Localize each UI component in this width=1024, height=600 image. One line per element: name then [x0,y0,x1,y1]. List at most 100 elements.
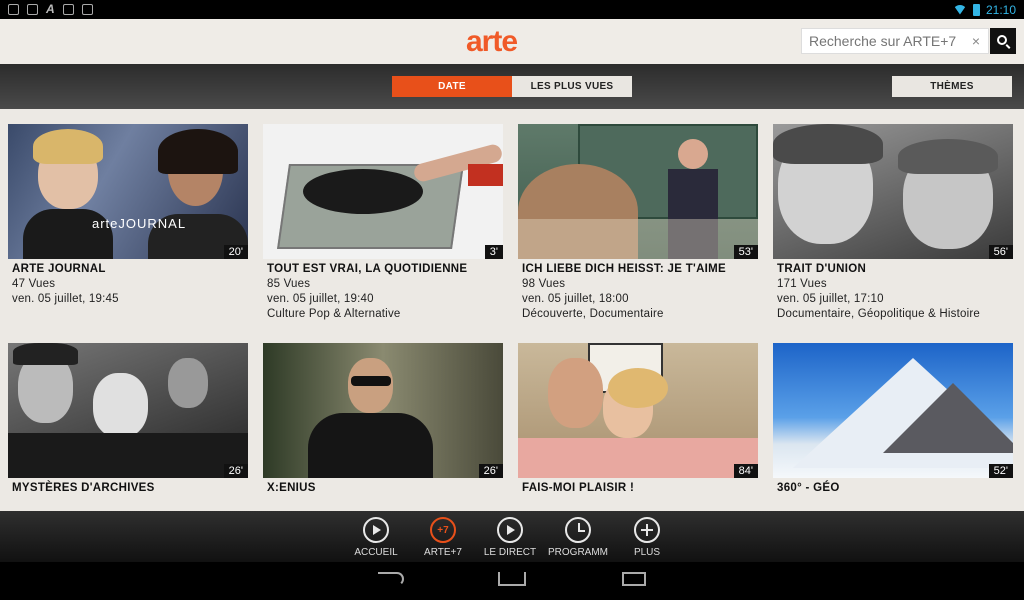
nav-label: LE DIRECT [483,547,537,558]
video-card[interactable]: 52' 360° - GÉO [773,343,1013,494]
child-hair [898,139,998,174]
nav-label: PROGRAMME [548,547,608,558]
system-navigation-bar [0,562,1024,600]
status-bar: A 21:10 [0,0,1024,19]
nav-accueil[interactable]: ACCUEIL [346,517,406,558]
video-thumbnail[interactable]: 53' [518,124,758,259]
system-status: 21:10 [952,2,1016,17]
nav-label: ACCUEIL [354,547,398,558]
search-icon [997,35,1007,45]
video-title[interactable]: TRAIT D'UNION [773,263,1013,275]
play-circle-icon [497,517,523,543]
video-grid: arteJOURNAL 20' ARTE JOURNAL 47 Vues ven… [0,109,1024,511]
view-count: 85 Vues [267,278,311,290]
air-date: ven. 05 juillet, 19:40 [267,293,374,305]
tab-les-plus-vues[interactable]: LES PLUS VUES [512,76,632,97]
nav-plus[interactable]: PLUS [617,517,677,558]
nav-label: PLUS [633,547,661,558]
archive-face [168,358,208,408]
youtube-icon [81,4,93,15]
red-sleeve [468,164,503,186]
video-thumbnail[interactable]: 3' [263,124,503,259]
duration-badge: 3' [484,245,503,259]
duration-badge: 53' [733,245,758,259]
archive-face [93,373,148,438]
category: Documentaire, Géopolitique & Histoire [777,308,980,320]
nav-programme[interactable]: PROGRAMME [548,517,608,558]
bedsheet [518,438,758,478]
desk [518,219,758,259]
duration-badge: 20' [223,245,248,259]
crowd [8,433,248,478]
video-title[interactable]: FAIS-MOI PLAISIR ! [518,482,758,494]
man-face [548,358,603,428]
video-title[interactable]: ARTE JOURNAL [8,263,248,275]
nav-label: ARTE+7 [424,547,462,558]
child-hair [773,124,883,164]
video-title[interactable]: MYSTÈRES D'ARCHIVES [8,482,248,494]
nav-le-direct[interactable]: LE DIRECT [480,517,540,558]
nav-arte7[interactable]: +7 ARTE+7 [413,517,473,558]
video-title[interactable]: ICH LIEBE DICH HEISST: JE T'AIME [518,263,758,275]
plus-icon [634,517,660,543]
presenter-hair [33,129,103,164]
bottom-navigation: ACCUEIL +7 ARTE+7 LE DIRECT PROGRAMME PL… [0,511,1024,562]
video-thumbnail[interactable]: 84' [518,343,758,478]
clear-icon[interactable]: × [967,33,985,49]
home-icon[interactable] [498,572,526,586]
video-card[interactable]: 26' MYSTÈRES D'ARCHIVES [8,343,248,494]
woman-hair [608,368,668,408]
hat [13,343,78,365]
sort-tab-bar: DATE LES PLUS VUES THÈMES [0,64,1024,109]
back-icon[interactable] [378,572,404,586]
duration-badge: 56' [988,245,1013,259]
duration-badge: 26' [478,464,503,478]
video-thumbnail[interactable]: 56' [773,124,1013,259]
air-date: ven. 05 juillet, 19:45 [12,293,119,305]
video-card[interactable]: 26' X:ENIUS [263,343,503,494]
a-notification-icon: A [46,2,55,16]
search-button[interactable] [990,28,1016,54]
recent-apps-icon[interactable] [622,572,646,586]
video-card[interactable]: 84' FAIS-MOI PLAISIR ! [518,343,758,494]
video-title[interactable]: TOUT EST VRAI, LA QUOTIDIENNE [263,263,503,275]
video-title[interactable]: X:ENIUS [263,482,503,494]
duration-badge: 52' [988,464,1013,478]
notification-icons: A [8,2,93,16]
sd-card-icon [8,4,19,15]
search-input[interactable] [802,33,967,49]
play-store-icon [62,4,74,15]
app-root: A 21:10 arte × DATE LES PLUS VUES THÈMES [0,0,1024,600]
journal-overlay-text: arteJOURNAL [92,216,187,231]
video-card[interactable]: 53' ICH LIEBE DICH HEISST: JE T'AIME 98 … [518,124,758,320]
video-card[interactable]: 3' TOUT EST VRAI, LA QUOTIDIENNE 85 Vues… [263,124,503,320]
category: Découverte, Documentaire [522,308,664,320]
video-card[interactable]: 56' TRAIT D'UNION 171 Vues ven. 05 juill… [773,124,1013,320]
video-title[interactable]: 360° - GÉO [773,482,1013,494]
arte-logo[interactable]: arte [466,25,518,59]
air-date: ven. 05 juillet, 18:00 [522,293,629,305]
mountain-rock [883,383,1013,453]
video-thumbnail[interactable]: 26' [8,343,248,478]
tab-date[interactable]: DATE [392,76,512,97]
video-card[interactable]: arteJOURNAL 20' ARTE JOURNAL 47 Vues ven… [8,124,248,305]
presenter-hair [158,129,238,174]
wifi-icon [952,4,967,15]
teacher-face [678,139,708,169]
clock-icon [565,517,591,543]
duration-badge: 26' [223,464,248,478]
video-thumbnail[interactable]: 26' [263,343,503,478]
video-thumbnail[interactable]: 52' [773,343,1013,478]
app-header: arte × [0,19,1024,64]
clock: 21:10 [985,2,1016,17]
host-body [308,413,433,478]
video-thumbnail[interactable]: arteJOURNAL 20' [8,124,248,259]
category: Culture Pop & Alternative [267,308,401,320]
search-box: × [801,28,989,54]
view-count: 98 Vues [522,278,566,290]
battery-icon [972,3,980,16]
sunglasses [351,376,391,386]
image-icon [27,4,38,15]
air-date: ven. 05 juillet, 17:10 [777,293,884,305]
themes-button[interactable]: THÈMES [892,76,1012,97]
